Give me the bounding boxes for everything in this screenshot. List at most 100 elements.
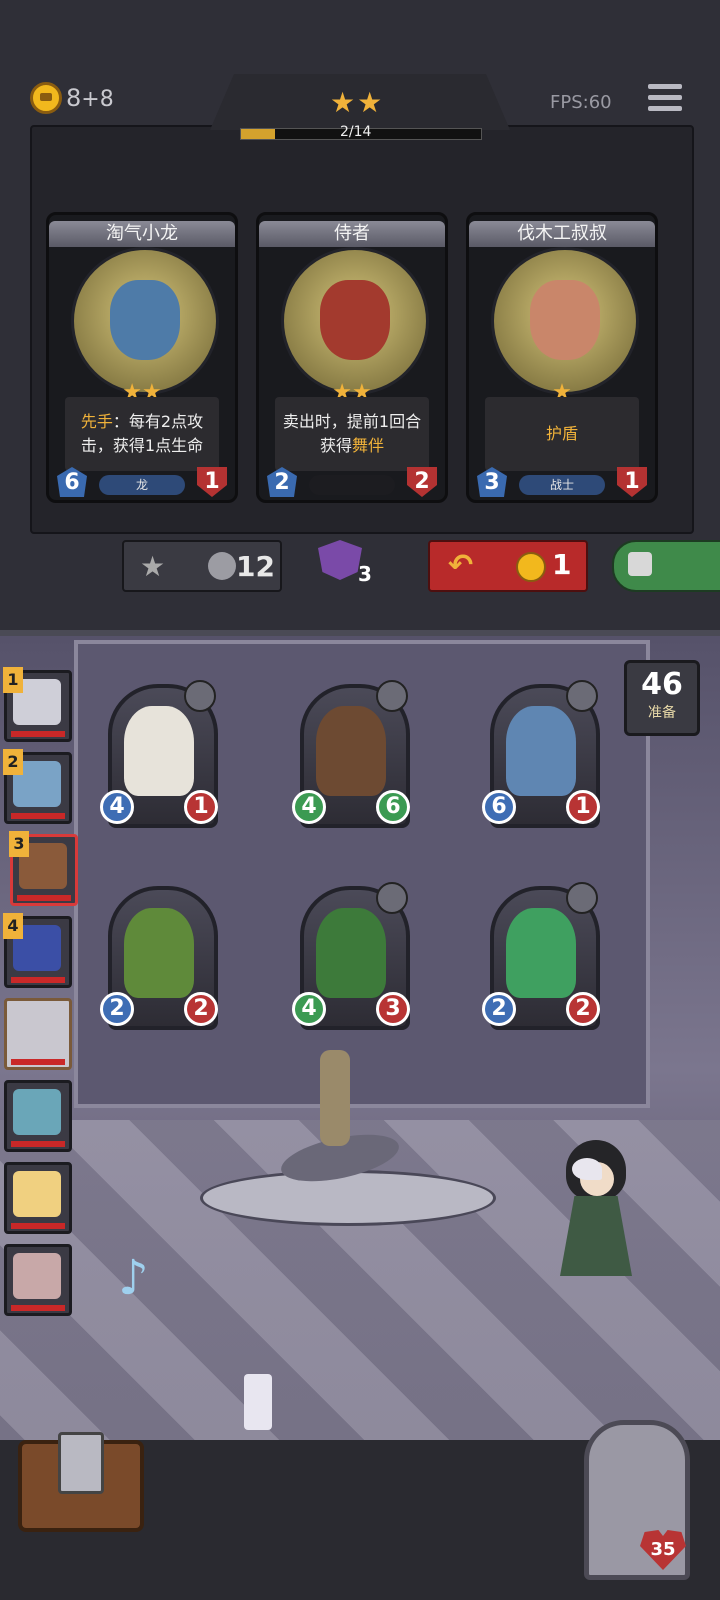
unit-attack: 6: [482, 790, 516, 824]
unit-attack: 2: [100, 992, 134, 1026]
fps-counter: FPS:60: [550, 92, 612, 113]
tribe-icon: [566, 680, 598, 712]
lock-icon: [628, 552, 652, 576]
card-portrait: [71, 247, 219, 395]
opponent-slot[interactable]: [4, 1244, 72, 1316]
card-tribe: [309, 475, 395, 495]
card-attack: 3: [477, 467, 507, 497]
tribe-icon: [376, 680, 408, 712]
card-health: 1: [617, 467, 647, 497]
unit-health: 1: [566, 790, 600, 824]
board-unit[interactable]: 4 3: [292, 882, 410, 1030]
unit-health: 2: [184, 992, 218, 1026]
board-unit[interactable]: 2 2: [100, 882, 218, 1030]
unit-health: 6: [376, 790, 410, 824]
goblin-unit-icon: [124, 908, 194, 998]
dragon-unit-icon: [506, 706, 576, 796]
waiter-portrait-icon: [320, 280, 390, 360]
menu-button[interactable]: [648, 84, 682, 116]
upgrade-cost: 12: [236, 550, 275, 583]
hero-hair: [572, 1158, 602, 1180]
board-unit[interactable]: 4 1: [100, 680, 218, 828]
dragon-portrait-icon: [110, 280, 180, 360]
ability-keyword: 先手: [80, 412, 113, 431]
card-tribe: 龙: [99, 475, 185, 495]
ability-text: 护盾: [545, 424, 578, 443]
menu-bar-icon: [648, 106, 682, 111]
silver-coin-icon: [208, 552, 236, 580]
hero-cloak: [560, 1196, 632, 1276]
opponent-health-bar: [11, 813, 65, 819]
unit-health: 1: [184, 790, 218, 824]
board-unit[interactable]: 4 6: [292, 680, 410, 828]
unit-attack: 4: [292, 790, 326, 824]
gold-amount: 8: [66, 84, 82, 112]
opponent-rank: 4: [3, 913, 23, 939]
opponent-avatar: [13, 1171, 61, 1217]
hooded-beast-unit-icon: [316, 706, 386, 796]
ballerina-figure: [320, 1050, 350, 1146]
shop-card[interactable]: 伐木工叔叔 ★ 护盾 3 战士 1: [466, 212, 658, 503]
bird-unit-icon: [124, 706, 194, 796]
card-portrait: [281, 247, 429, 395]
mask-count: 3: [358, 562, 372, 586]
turn-timer-value: 46: [641, 667, 683, 702]
card-name: 伐木工叔叔: [469, 221, 655, 247]
treant-unit-icon: [316, 908, 386, 998]
lock-shop-button[interactable]: [612, 540, 720, 592]
unit-health: 3: [376, 992, 410, 1026]
shaker-item-button[interactable]: [18, 1432, 144, 1532]
refresh-icon: ↶: [448, 548, 474, 583]
card-ability: 护盾: [485, 397, 639, 471]
tribe-icon: [376, 882, 408, 914]
card-health: 1: [197, 467, 227, 497]
opponent-slot[interactable]: [4, 1162, 72, 1234]
card-name: 侍者: [259, 221, 445, 247]
opponent-avatar: [13, 1253, 61, 1299]
opponent-health-bar: [17, 895, 71, 901]
candle-icon: [244, 1374, 272, 1430]
tribe-icon: [184, 680, 216, 712]
ability-keyword: 舞伴: [352, 436, 385, 455]
shop-card[interactable]: 淘气小龙 ★★ 先手：每有2点攻击，获得1点生命 6 龙 1: [46, 212, 238, 503]
card-attack: 2: [267, 467, 297, 497]
menu-bar-icon: [648, 84, 682, 89]
tier-progress-label: 2/14: [340, 124, 372, 140]
tier-stars: ★★: [330, 86, 385, 119]
opponent-health-bar: [11, 1305, 65, 1311]
gold-counter: 8+8: [66, 84, 114, 112]
card-ability: 先手：每有2点攻击，获得1点生命: [65, 397, 219, 471]
board-unit[interactable]: 6 1: [482, 680, 600, 828]
refresh-cost: 1: [552, 548, 572, 581]
opponent-slot-selected[interactable]: 3: [9, 831, 78, 906]
opponent-health-bar: [11, 1223, 65, 1229]
tier-progress-fill: [241, 129, 275, 139]
opponent-slot[interactable]: 4: [3, 913, 72, 988]
card-tribe: 战士: [519, 475, 605, 495]
upgrade-tier-button[interactable]: ★ 12: [122, 540, 282, 592]
refresh-button[interactable]: ↶ 1: [428, 540, 588, 592]
opponent-slot[interactable]: [4, 1080, 72, 1152]
opponent-health-bar: [11, 731, 65, 737]
mask-icon: [318, 540, 362, 580]
opponent-slot[interactable]: 1: [3, 667, 72, 742]
gold-income: +8: [81, 87, 114, 112]
cocktail-shaker-icon: [58, 1432, 104, 1494]
unit-attack: 4: [100, 790, 134, 824]
opponent-rank: 2: [3, 749, 23, 775]
board-unit[interactable]: 2 2: [482, 882, 600, 1030]
opponent-slot-empty[interactable]: [4, 998, 72, 1070]
opponent-slot[interactable]: 2: [3, 749, 72, 824]
opponent-list: 1 2 3 4: [0, 667, 78, 1326]
opponent-health-bar: [11, 1059, 65, 1065]
card-attack: 6: [57, 467, 87, 497]
opponent-avatar: [13, 1089, 61, 1135]
opponent-rank: 1: [3, 667, 23, 693]
card-portrait: [491, 247, 639, 395]
player-hero[interactable]: [536, 1140, 656, 1320]
mask-button[interactable]: 3: [314, 536, 378, 592]
gold-coin-icon: [30, 82, 62, 114]
music-note-icon: ♪: [118, 1250, 149, 1306]
card-health: 2: [407, 467, 437, 497]
shop-card[interactable]: 侍者 ★★ 卖出时，提前1回合获得舞伴 2 2: [256, 212, 448, 503]
